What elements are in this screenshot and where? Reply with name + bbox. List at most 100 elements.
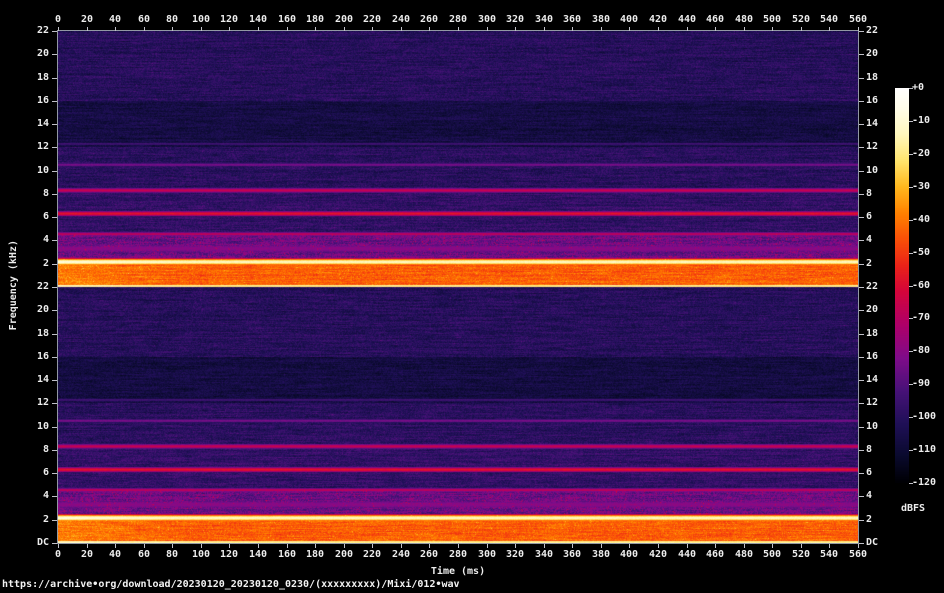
tick-mark-colorbar: [909, 483, 913, 484]
tick-mark-left: [52, 403, 57, 404]
tick-mark-colorbar: [909, 450, 913, 451]
tick-mark-right: [859, 334, 864, 335]
tick-mark-bottom: [458, 544, 459, 548]
tick-mark-bottom: [544, 544, 545, 548]
tick-mark-right: [859, 427, 864, 428]
tick-mark-left: [52, 543, 57, 544]
tick-mark-right: [859, 217, 864, 218]
tick-mark-bottom: [287, 544, 288, 548]
colorbar-tick-label: -90: [912, 378, 931, 389]
colorbar-tick-label: -110: [912, 444, 937, 455]
spectrogram-heatmap: [58, 31, 858, 543]
tick-mark-bottom: [115, 544, 116, 548]
freq-tick-label-left: 18: [36, 72, 49, 83]
frequency-axis-title: Frequency (kHz): [8, 240, 19, 331]
tick-mark-top: [429, 27, 430, 31]
freq-tick-label-right: 8: [866, 188, 873, 199]
freq-tick-label-left: 8: [42, 444, 49, 455]
colorbar-tick-label: -80: [912, 345, 931, 356]
tick-mark-top: [58, 27, 59, 31]
tick-mark-left: [52, 194, 57, 195]
tick-mark-right: [859, 310, 864, 311]
tick-mark-right: [859, 496, 864, 497]
tick-mark-bottom: [344, 544, 345, 548]
freq-tick-label-left: DC: [36, 537, 49, 548]
tick-mark-top: [115, 27, 116, 31]
tick-mark-bottom: [401, 544, 402, 548]
tick-mark-colorbar: [909, 121, 913, 122]
freq-tick-label-right: 20: [866, 304, 879, 315]
freq-tick-label-right: 18: [866, 328, 879, 339]
tick-mark-colorbar: [909, 187, 913, 188]
tick-mark-left: [52, 427, 57, 428]
colorbar-unit-label: dBFS: [901, 503, 926, 514]
colorbar-tick-label: -50: [912, 247, 931, 258]
freq-tick-label-left: 10: [36, 165, 49, 176]
tick-mark-top: [372, 27, 373, 31]
tick-mark-bottom: [687, 544, 688, 548]
freq-tick-label-left: 16: [36, 351, 49, 362]
colorbar-tick-label: -100: [912, 411, 937, 422]
tick-mark-left: [52, 78, 57, 79]
tick-mark-bottom: [772, 544, 773, 548]
tick-mark-right: [859, 543, 864, 544]
tick-mark-top: [715, 27, 716, 31]
freq-tick-label-left: 14: [36, 118, 49, 129]
tick-mark-bottom: [229, 544, 230, 548]
freq-tick-label-left: 6: [42, 467, 49, 478]
freq-tick-label-right: 10: [866, 165, 879, 176]
tick-mark-bottom: [801, 544, 802, 548]
tick-mark-top: [487, 27, 488, 31]
freq-tick-label-left: 12: [36, 397, 49, 408]
colorbar-tick-label: -70: [912, 312, 931, 323]
tick-mark-bottom: [144, 544, 145, 548]
freq-tick-label-right: 18: [866, 72, 879, 83]
freq-tick-label-left: 12: [36, 141, 49, 152]
tick-mark-bottom: [372, 544, 373, 548]
freq-tick-label-right: 2: [866, 514, 873, 525]
tick-mark-bottom: [572, 544, 573, 548]
source-url: https://archive•org/download/20230120_20…: [2, 579, 460, 590]
freq-tick-label-right: 10: [866, 421, 879, 432]
tick-mark-colorbar: [909, 220, 913, 221]
tick-mark-left: [52, 101, 57, 102]
tick-mark-top: [229, 27, 230, 31]
colorbar-tick-label: -60: [912, 280, 931, 291]
tick-mark-bottom: [515, 544, 516, 548]
tick-mark-bottom: [172, 544, 173, 548]
tick-mark-right: [859, 520, 864, 521]
tick-mark-top: [144, 27, 145, 31]
tick-mark-right: [859, 240, 864, 241]
colorbar-tick-label: -40: [912, 214, 931, 225]
tick-mark-top: [515, 27, 516, 31]
colorbar-tick-label: +0: [912, 82, 925, 93]
tick-mark-top: [801, 27, 802, 31]
tick-mark-left: [52, 380, 57, 381]
freq-tick-label-right: 12: [866, 141, 879, 152]
tick-mark-top: [401, 27, 402, 31]
colorbar-tick-label: -120: [912, 477, 937, 488]
tick-mark-left: [52, 357, 57, 358]
tick-mark-right: [859, 78, 864, 79]
tick-mark-left: [52, 287, 57, 288]
tick-mark-left: [52, 147, 57, 148]
tick-mark-right: [859, 450, 864, 451]
tick-mark-colorbar: [909, 88, 913, 89]
tick-mark-top: [744, 27, 745, 31]
tick-mark-left: [52, 124, 57, 125]
colorbar-tick-label: -20: [912, 148, 931, 159]
tick-mark-bottom: [258, 544, 259, 548]
tick-mark-top: [258, 27, 259, 31]
tick-mark-right: [859, 473, 864, 474]
freq-tick-label-right: 16: [866, 351, 879, 362]
tick-mark-bottom: [858, 544, 859, 548]
tick-mark-top: [315, 27, 316, 31]
freq-tick-label-left: 22: [36, 25, 49, 36]
tick-mark-colorbar: [909, 384, 913, 385]
colorbar-tick-label: -10: [912, 115, 931, 126]
tick-mark-left: [52, 264, 57, 265]
tick-mark-right: [859, 171, 864, 172]
tick-mark-top: [829, 27, 830, 31]
freq-tick-label-right: 6: [866, 467, 873, 478]
tick-mark-colorbar: [909, 318, 913, 319]
